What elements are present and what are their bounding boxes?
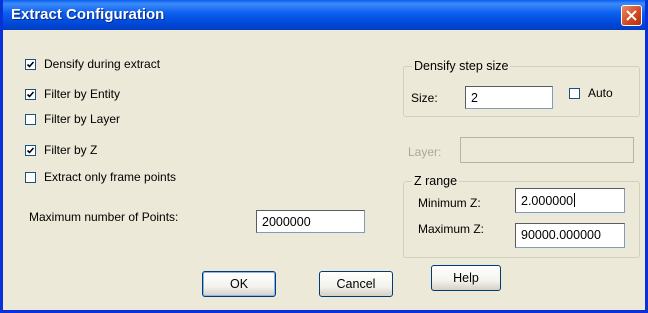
checkbox-label: Densify during extract [44, 57, 161, 71]
maximum-z-input[interactable]: 90000.000000 [515, 223, 625, 248]
checkbox-label: Filter by Z [44, 143, 98, 157]
layer-label: Layer: [408, 145, 442, 159]
close-button[interactable] [621, 5, 642, 26]
filter-by-layer-checkbox[interactable]: Filter by Layer [25, 112, 120, 126]
max-points-label: Maximum number of Points: [29, 210, 179, 224]
size-input[interactable]: 2 [465, 86, 553, 109]
minimum-z-input[interactable]: 2.000000 [515, 188, 625, 213]
checkbox-label: Filter by Layer [44, 112, 121, 126]
maximum-z-label: Maximum Z: [418, 222, 484, 236]
densify-step-size-title: Densify step size [412, 59, 511, 73]
z-range-title: Z range [412, 174, 460, 188]
densify-during-extract-checkbox[interactable]: Densify during extract [25, 57, 160, 71]
checkmark-icon [26, 146, 35, 154]
checkbox-box[interactable] [25, 58, 36, 70]
close-icon [626, 10, 637, 21]
text-caret [574, 193, 576, 207]
checkbox-box[interactable] [25, 171, 36, 183]
dialog-title: Extract Configuration [11, 6, 165, 23]
checkmark-icon [26, 60, 35, 68]
checkbox-label: Extract only frame points [44, 170, 177, 184]
checkbox-label: Auto [588, 86, 613, 100]
checkbox-box[interactable] [569, 87, 580, 99]
minimum-z-value: 2.000000 [521, 194, 574, 208]
max-points-input[interactable]: 2000000 [256, 210, 365, 233]
checkbox-box[interactable] [25, 88, 36, 100]
size-label: Size: [411, 91, 438, 105]
cancel-button[interactable]: Cancel [319, 271, 393, 297]
ok-button[interactable]: OK [202, 271, 276, 297]
help-button[interactable]: Help [431, 265, 501, 291]
auto-checkbox[interactable]: Auto [569, 86, 613, 100]
filter-by-entity-checkbox[interactable]: Filter by Entity [25, 87, 120, 101]
checkbox-box[interactable] [25, 144, 36, 156]
extract-only-frame-points-checkbox[interactable]: Extract only frame points [25, 170, 176, 184]
checkbox-label: Filter by Entity [44, 87, 121, 101]
extract-configuration-dialog: Extract Configuration Densify during ext… [0, 0, 648, 313]
minimum-z-label: Minimum Z: [418, 196, 481, 210]
title-bar[interactable]: Extract Configuration [3, 0, 645, 30]
layer-input [460, 137, 634, 163]
filter-by-z-checkbox[interactable]: Filter by Z [25, 143, 97, 157]
checkbox-box[interactable] [25, 113, 36, 125]
checkmark-icon [26, 90, 35, 98]
